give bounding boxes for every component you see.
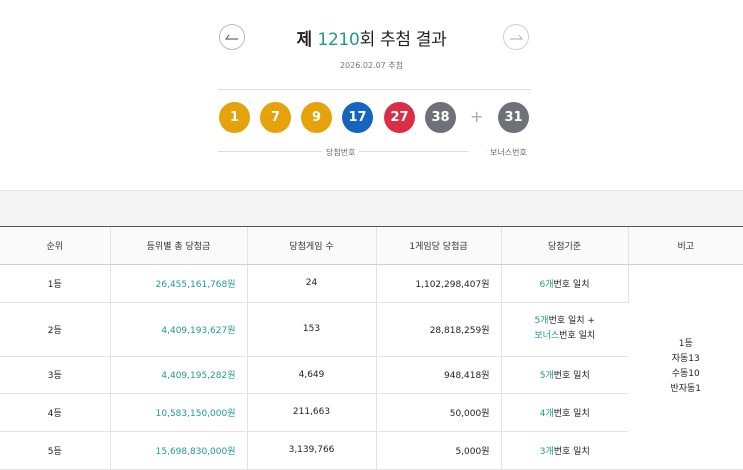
col-rank: 순위	[0, 227, 111, 265]
col-total-prize: 등위별 총 당첨금	[110, 227, 248, 265]
games-cell: 3,139,766	[247, 431, 377, 470]
games-cell: 24	[247, 264, 377, 303]
bonus-number-caption: 보너스번호	[486, 147, 531, 158]
plus-sign: +	[470, 107, 484, 126]
prize-table: 순위 등위별 총 당첨금 당첨게임 수 1게임당 당첨금 당첨기준 비고 1등 …	[0, 226, 743, 470]
winning-number-ball: 7	[260, 102, 291, 133]
round-number: 1210	[317, 30, 360, 50]
total-prize-cell: 4,409,195,282원	[110, 356, 248, 394]
criteria-cell: 5개번호 일치 + 보너스번호 일치	[501, 302, 628, 357]
rank-cell: 1등	[0, 264, 111, 303]
per-game-cell: 1,102,298,407원	[376, 264, 502, 303]
col-prize-per-game: 1게임당 당첨금	[376, 227, 502, 265]
per-game-cell: 28,818,259원	[376, 302, 502, 357]
col-criteria: 당첨기준	[501, 227, 629, 265]
winning-number-ball: 1	[219, 102, 250, 133]
rank-cell: 3등	[0, 356, 111, 394]
rank-cell: 2등	[0, 302, 111, 357]
games-cell: 211,663	[247, 393, 377, 432]
winning-number-ball: 27	[384, 102, 415, 133]
page-title: 제 1210회 추첨 결과	[296, 30, 447, 50]
games-cell: 4,649	[247, 356, 377, 394]
winning-numbers-caption: 당첨번호	[322, 147, 360, 158]
total-prize-cell: 26,455,161,768원	[110, 264, 248, 303]
divider-top	[218, 89, 531, 90]
rank-cell: 4등	[0, 393, 111, 432]
draw-result-card: 제 1210회 추첨 결과 2026.02.07 추첨 1 7 9 17 27 38 31 …	[0, 0, 743, 191]
table-header-row: 순위 등위별 총 당첨금 당첨게임 수 1게임당 당첨금 당첨기준 비고	[0, 227, 743, 265]
criteria-cell: 5개번호 일치	[501, 356, 628, 394]
criteria-cell: 6개번호 일치	[501, 264, 629, 303]
per-game-cell: 948,418원	[376, 356, 502, 394]
next-round-button[interactable]	[503, 24, 529, 50]
winning-number-ball: 9	[301, 102, 332, 133]
bonus-number-ball: 31	[498, 102, 529, 133]
rank-cell: 5등	[0, 431, 111, 470]
total-prize-cell: 10,583,150,000원	[110, 393, 248, 432]
criteria-cell: 3개번호 일치	[501, 431, 628, 470]
per-game-cell: 50,000원	[376, 393, 502, 432]
draw-date: 2026.02.07 추첨	[339, 61, 404, 70]
col-winning-games: 당첨게임 수	[247, 227, 377, 265]
col-note: 비고	[628, 227, 743, 265]
winning-number-ball: 38	[425, 102, 456, 133]
total-prize-cell: 4,409,193,627원	[110, 302, 248, 357]
arrow-right-icon	[510, 34, 523, 40]
total-prize-cell: 15,698,830,000원	[110, 431, 248, 470]
winning-number-ball: 17	[342, 102, 373, 133]
per-game-cell: 5,000원	[376, 431, 502, 470]
table-row: 1등 26,455,161,768원 24 1,102,298,407원 6개번…	[0, 264, 743, 470]
criteria-cell: 4개번호 일치	[501, 393, 628, 432]
games-cell: 153	[247, 302, 377, 357]
note-cell: 1등 자동13 수동10 반자동1	[628, 264, 743, 470]
